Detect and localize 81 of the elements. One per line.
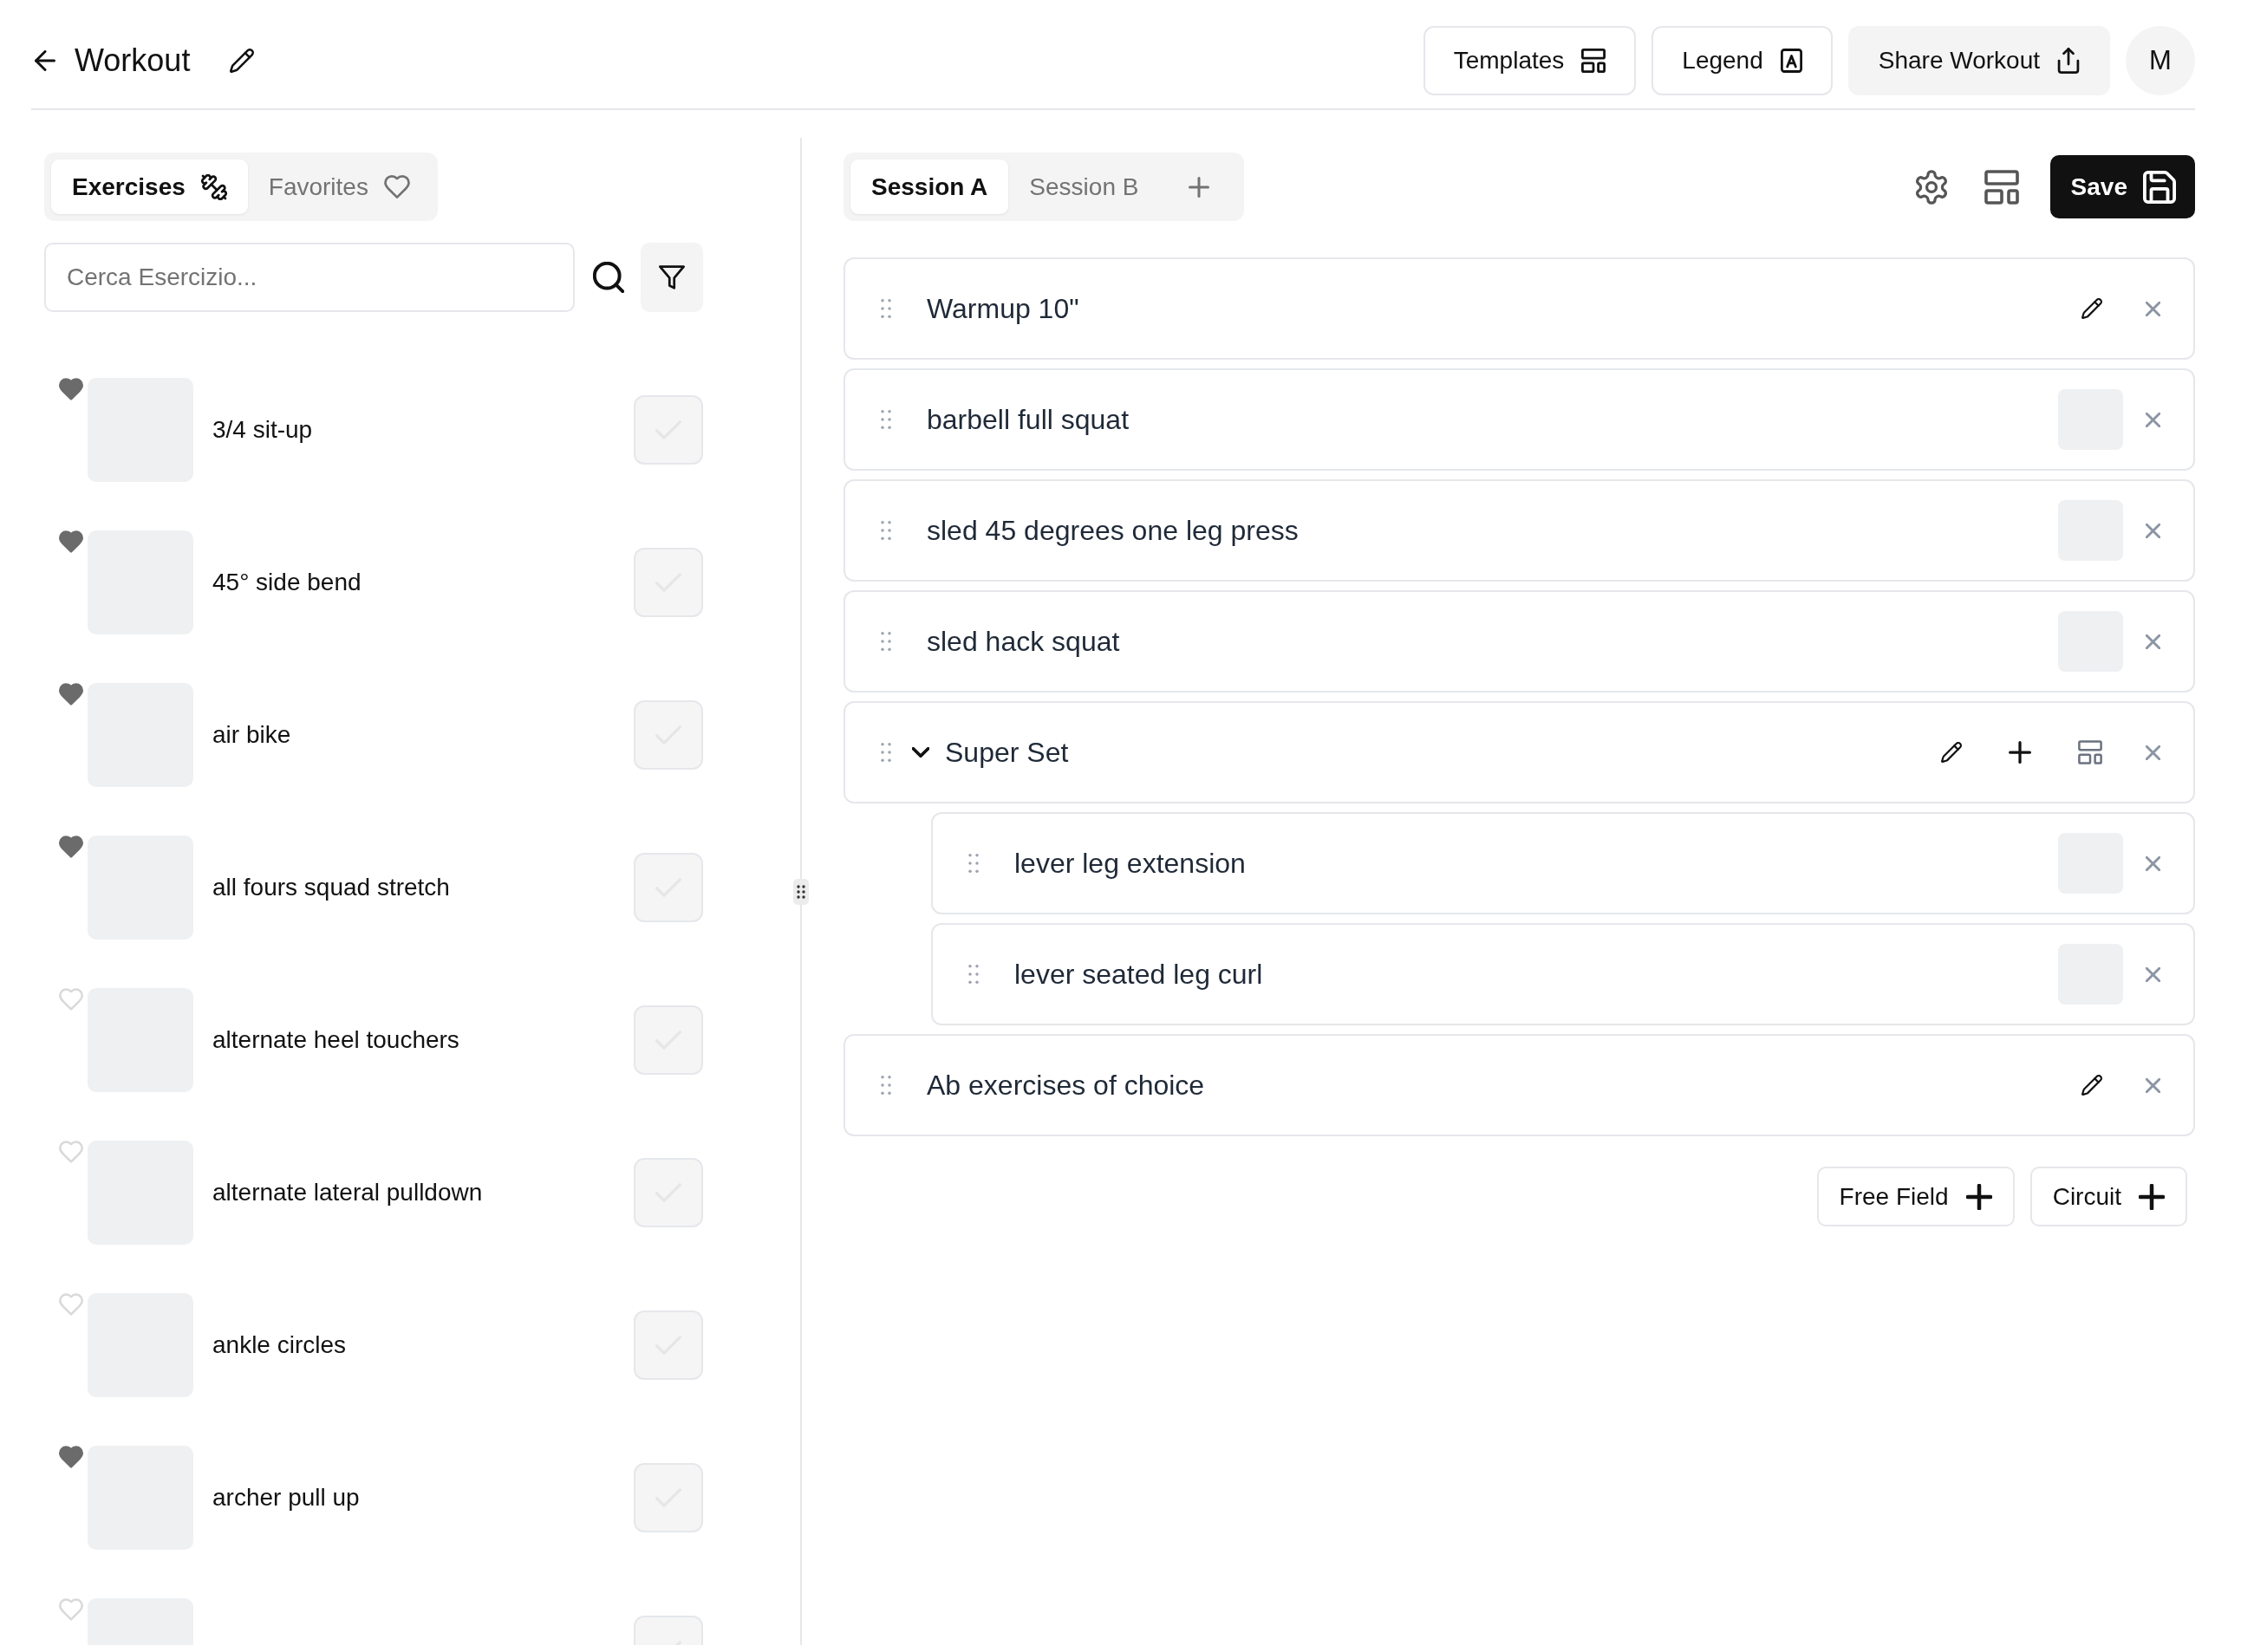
back-arrow-icon[interactable] xyxy=(35,49,55,71)
close-icon[interactable] xyxy=(2146,412,2160,427)
favorite-heart-icon[interactable] xyxy=(59,378,83,400)
favorite-heart-icon[interactable] xyxy=(59,836,83,858)
settings-icon[interactable] xyxy=(1913,169,1949,205)
close-icon[interactable] xyxy=(2146,634,2160,649)
item-title: sled hack squat xyxy=(927,625,1121,658)
exercise-name: alternate heel touchers xyxy=(212,1026,460,1054)
drag-handle-icon[interactable] xyxy=(880,1075,892,1096)
item-title: sled 45 degrees one leg press xyxy=(927,514,1300,547)
edit-icon[interactable] xyxy=(2081,298,2102,319)
save-button[interactable]: Save xyxy=(2049,155,2195,218)
search-icon[interactable] xyxy=(593,262,625,293)
close-icon[interactable] xyxy=(2146,966,2160,982)
drag-handle-icon[interactable] xyxy=(880,409,892,430)
tab[interactable]: Favorites xyxy=(247,159,431,214)
drag-handle-icon[interactable] xyxy=(967,964,980,985)
plus-icon xyxy=(2139,1183,2165,1210)
search-field[interactable]: Cerca Esercizio... xyxy=(44,243,576,312)
close-icon[interactable] xyxy=(2146,301,2160,316)
dumbbell-icon xyxy=(200,173,227,200)
filter-icon xyxy=(659,265,686,289)
checkbox[interactable] xyxy=(634,1463,703,1532)
exercise-name: ankle circles xyxy=(212,1331,348,1359)
item-title: barbell full squat xyxy=(927,403,1130,436)
share-button[interactable]: Share Workout xyxy=(1847,25,2110,95)
edit-icon[interactable] xyxy=(1941,742,1962,763)
item-title: lever seated leg curl xyxy=(1014,958,1264,991)
legend-button[interactable]: Legend xyxy=(1651,25,1833,95)
favorite-heart-icon[interactable] xyxy=(59,683,83,706)
item-title: Super Set xyxy=(945,736,1070,769)
exercise-name: archer pull up xyxy=(212,1484,361,1512)
session-tab[interactable]: Session B xyxy=(1008,159,1160,214)
heart-icon xyxy=(383,175,410,198)
user-avatar[interactable]: M xyxy=(2126,25,2195,95)
letter-square-icon xyxy=(1780,48,1802,73)
edit-icon[interactable] xyxy=(2081,1075,2102,1096)
checkbox[interactable] xyxy=(634,853,703,922)
close-icon[interactable] xyxy=(2146,745,2160,760)
add-icon[interactable] xyxy=(2009,741,2031,764)
item-title: Ab exercises of choice xyxy=(927,1069,1206,1102)
checkbox[interactable] xyxy=(634,1005,703,1075)
drag-handle-icon[interactable] xyxy=(880,742,892,763)
close-icon[interactable] xyxy=(2146,1077,2160,1093)
exercise-name: 3/4 sit-up xyxy=(212,416,314,444)
favorite-heart-icon[interactable] xyxy=(59,1446,83,1468)
save-icon xyxy=(2143,170,2176,204)
resize-handle-icon[interactable] xyxy=(793,879,809,905)
layout-icon[interactable] xyxy=(1984,169,2019,205)
checkbox[interactable] xyxy=(634,395,703,465)
exercise-name: all fours squad stretch xyxy=(212,874,451,901)
share-icon xyxy=(2057,47,2080,74)
layout-icon xyxy=(1581,48,1606,73)
close-icon[interactable] xyxy=(2146,855,2160,871)
close-icon[interactable] xyxy=(2146,523,2160,538)
drag-handle-icon[interactable] xyxy=(880,298,892,319)
plus-icon xyxy=(1965,1183,1992,1210)
drag-handle-icon[interactable] xyxy=(880,520,892,541)
checkbox[interactable] xyxy=(634,548,703,617)
chevron-down-icon[interactable] xyxy=(912,747,929,758)
drag-handle-icon[interactable] xyxy=(880,631,892,652)
exercise-name: 45° side bend xyxy=(212,569,362,596)
filter-button[interactable] xyxy=(641,243,703,312)
add-session-icon[interactable] xyxy=(1189,176,1210,198)
add-button[interactable]: Free Field xyxy=(1816,1167,2015,1226)
tab[interactable]: Exercises xyxy=(51,159,248,214)
edit-icon[interactable] xyxy=(230,48,255,73)
session-tab[interactable]: Session A xyxy=(850,159,1009,214)
checkbox[interactable] xyxy=(634,1158,703,1227)
page-title: Workout xyxy=(75,42,191,79)
layout-icon[interactable] xyxy=(2078,740,2102,764)
drag-handle-icon[interactable] xyxy=(967,853,980,874)
exercise-name: alternate lateral pulldown xyxy=(212,1179,484,1206)
item-title: lever leg extension xyxy=(1014,847,1247,880)
checkbox[interactable] xyxy=(634,1311,703,1380)
checkbox[interactable] xyxy=(634,700,703,770)
exercise-name: air bike xyxy=(212,721,292,749)
favorite-heart-icon[interactable] xyxy=(59,530,83,553)
templates-button[interactable]: Templates xyxy=(1423,25,1637,95)
add-button[interactable]: Circuit xyxy=(2029,1167,2187,1226)
item-title: Warmup 10" xyxy=(927,292,1080,325)
